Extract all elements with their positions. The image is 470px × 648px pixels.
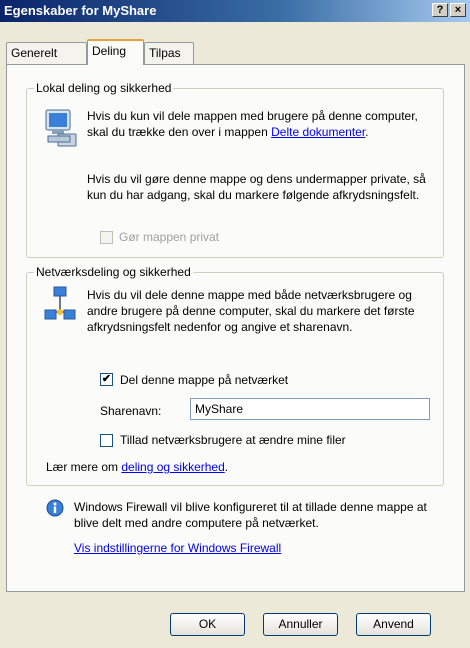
sharename-label: Sharenavn: [100,404,162,418]
private-description: Hvis du vil gøre denne mappe og dens und… [87,172,426,202]
network-sharing-description: Hvis du vil dele denne mappe med både ne… [87,288,415,334]
computer-icon [45,109,77,147]
cancel-button[interactable]: Annuller [263,613,338,636]
firewall-settings-link[interactable]: Vis indstillingerne for Windows Firewall [74,540,281,556]
shared-documents-link[interactable]: Delte dokumenter [271,125,365,139]
content-layer: Hvis du kun vil dele mappen med brugere … [0,0,470,648]
network-sharing-legend: Netværksdeling og sikkerhed [34,265,193,279]
private-checkbox-label[interactable]: Gør mappen privat [119,229,219,245]
learn-more-text: Lær mere om [46,460,122,474]
apply-button[interactable]: Anvend [356,613,431,636]
allow-change-checkbox[interactable] [100,434,113,447]
allow-change-label[interactable]: Tillad netværksbrugere at ændre mine fil… [120,432,346,448]
firewall-info-text: Windows Firewall vil blive konfigureret … [74,500,427,530]
local-sharing-description: Hvis du kun vil dele mappen med brugere … [87,108,432,140]
sharing-security-link[interactable]: deling og sikkerhed [121,460,224,474]
ok-button[interactable]: OK [170,613,245,636]
share-on-network-checkbox[interactable]: ✔ [100,373,113,386]
properties-dialog: Egenskaber for MyShare ? × Generelt Deli… [0,0,470,648]
learn-more-period: . [224,460,229,474]
info-icon [46,499,64,517]
local-sharing-period: . [365,125,369,139]
share-on-network-label[interactable]: Del denne mappe på netværket [120,372,288,388]
sharename-input[interactable] [190,398,430,420]
network-icon [44,286,76,320]
learn-more-line: Lær mere om deling og sikkerhed. [46,459,228,475]
private-checkbox[interactable] [100,231,113,244]
